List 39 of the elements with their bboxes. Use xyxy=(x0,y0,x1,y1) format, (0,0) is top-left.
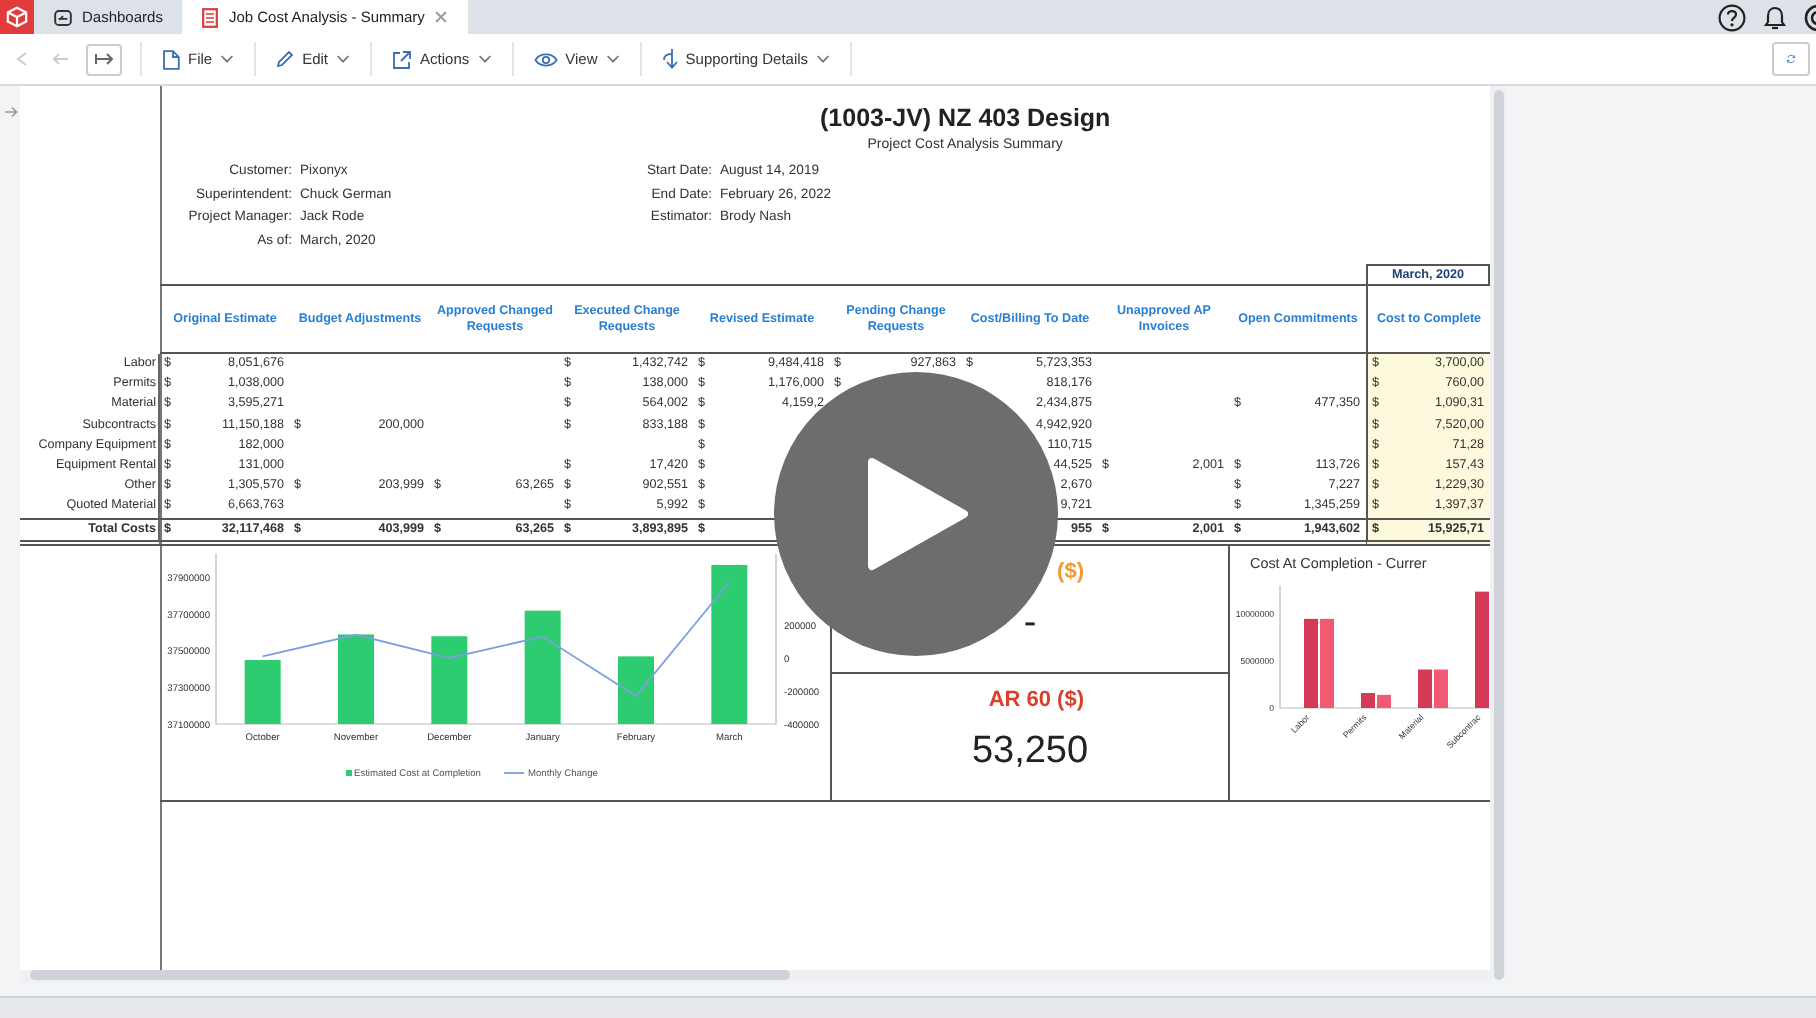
arrow-right-icon xyxy=(3,106,17,118)
bar xyxy=(618,655,654,724)
app-logo[interactable] xyxy=(0,0,34,34)
play-icon[interactable] xyxy=(864,456,968,572)
back-icon xyxy=(16,52,28,66)
caret-icon xyxy=(477,54,492,64)
caret-icon xyxy=(220,54,235,64)
document-icon xyxy=(202,7,219,27)
arrow-down-icon xyxy=(661,48,678,70)
caret-icon xyxy=(816,54,831,64)
scrollbar-thumb[interactable] xyxy=(1493,90,1503,980)
bell-icon[interactable] xyxy=(1762,3,1788,31)
file-icon xyxy=(162,49,180,69)
kpi-value: - xyxy=(1023,601,1037,646)
bar xyxy=(244,659,281,724)
legend-swatch xyxy=(346,769,352,776)
caret-icon xyxy=(336,54,351,64)
pencil-icon xyxy=(276,50,295,68)
scrollbar-thumb[interactable] xyxy=(30,970,790,980)
bar xyxy=(1475,591,1489,708)
bar xyxy=(431,635,468,724)
kpi-value: 53,250 xyxy=(971,729,1089,774)
dashboard-icon xyxy=(54,9,72,25)
profile-icon[interactable] xyxy=(1804,3,1816,31)
bar xyxy=(338,633,374,724)
expand-button[interactable] xyxy=(86,43,122,75)
bar xyxy=(524,610,561,724)
kpi-label: ($) xyxy=(1057,559,1084,584)
external-link-icon xyxy=(392,49,413,69)
help-icon[interactable] xyxy=(1718,3,1746,31)
legend-line xyxy=(503,771,525,774)
arrow-left-icon xyxy=(51,52,69,66)
cube-icon xyxy=(6,6,28,28)
caret-icon xyxy=(605,54,620,64)
close-icon[interactable] xyxy=(434,10,449,24)
arrow-right-icon xyxy=(94,52,114,66)
kpi-label: AR 60 ($) xyxy=(988,687,1084,712)
report-title: (1003-JV) NZ 403 Design xyxy=(820,104,1111,132)
eye-icon xyxy=(533,51,558,67)
